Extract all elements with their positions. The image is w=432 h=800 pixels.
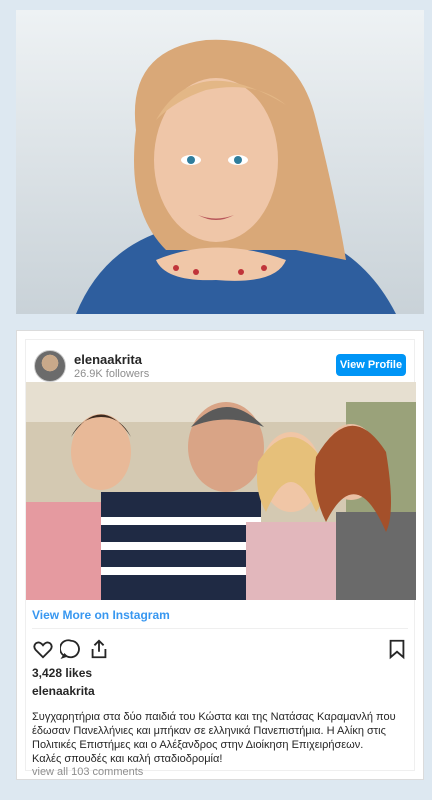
view-more-link[interactable]: View More on Instagram <box>32 608 170 622</box>
caption-text: Συγχαρητήρια στα δύο παιδιά του Κώστα κα… <box>32 710 408 766</box>
view-profile-button[interactable]: View Profile <box>336 354 406 376</box>
share-icon[interactable] <box>88 638 110 660</box>
caption-line: Συγχαρητήρια στα δύο παιδιά του Κώστα κα… <box>32 711 396 723</box>
divider <box>32 628 408 629</box>
caption-line: έδωσαν Πανελλήνιες και μπήκαν σε ελληνικ… <box>32 725 386 737</box>
instagram-post: elenaakrita 26.9K followers View Profile <box>25 339 416 778</box>
instagram-embed: elenaakrita 26.9K followers View Profile <box>16 330 424 780</box>
caption-line: Καλές σπουδές και καλή σταδιοδρομία! <box>32 753 223 765</box>
portrait-image <box>16 10 424 314</box>
bookmark-icon[interactable] <box>386 638 408 660</box>
comment-icon[interactable] <box>59 638 82 660</box>
heart-icon[interactable] <box>32 638 54 660</box>
portrait-illustration <box>16 10 424 314</box>
post-photo[interactable] <box>26 382 416 600</box>
avatar[interactable] <box>34 350 66 382</box>
post-actions <box>32 638 408 662</box>
caption-line: Πολιτικές Επιστήμες και ο Αλέξανδρος στη… <box>32 739 364 751</box>
view-comments-link[interactable]: view all 103 comments <box>32 766 143 778</box>
username[interactable]: elenaakrita <box>74 352 142 367</box>
follower-count: 26.9K followers <box>74 368 150 380</box>
caption-username[interactable]: elenaakrita <box>32 684 95 698</box>
family-photo-illustration <box>26 382 416 600</box>
like-count: 3,428 likes <box>32 666 93 680</box>
